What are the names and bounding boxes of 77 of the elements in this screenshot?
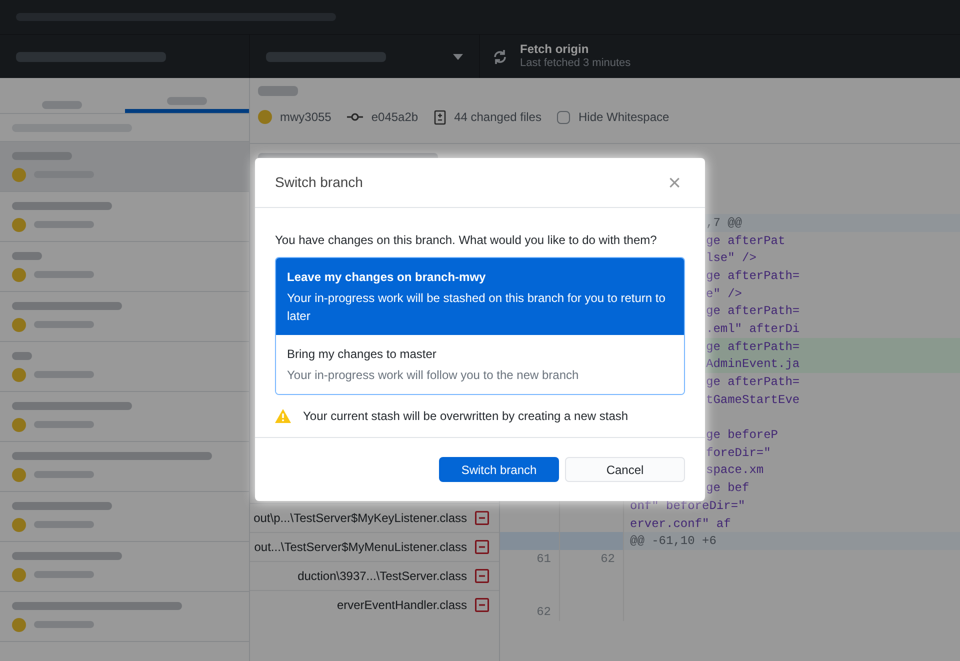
dialog-title: Switch branch (275, 173, 363, 192)
changed-files-count: 44 changed files (454, 109, 542, 126)
sync-icon (492, 48, 508, 64)
file-path[interactable]: out...\TestServer$MyMenuListener.class (254, 538, 467, 556)
warning-icon (275, 409, 291, 423)
avatar-icon (12, 618, 26, 632)
avatar-icon (12, 218, 26, 232)
hunk-header: @@ -61,10 +6 (630, 533, 716, 550)
blurred-text (34, 571, 94, 578)
blurred-text (34, 421, 94, 428)
dialog-prompt: You have changes on this branch. What would you like to do with them? (275, 232, 658, 249)
commit-icon (347, 112, 364, 122)
avatar-icon (12, 468, 26, 482)
code-line: e" /> (706, 286, 742, 303)
blurred-text (34, 321, 94, 328)
option-title: Leave my changes on branch-mwy (287, 269, 487, 286)
hunk-header: ,7 @@ (706, 214, 742, 232)
code-line: ge afterPath= (706, 268, 800, 285)
code-line: ge afterPath= (706, 338, 800, 356)
caret-icon[interactable] (453, 54, 463, 60)
avatar-icon (12, 168, 26, 182)
line-number: 61 (536, 550, 551, 568)
file-removed-icon (475, 569, 489, 583)
hide-whitespace-label[interactable]: Hide Whitespace (578, 108, 670, 126)
avatar-icon (12, 368, 26, 382)
avatar-icon (12, 568, 26, 582)
hide-whitespace-checkbox[interactable] (557, 110, 570, 124)
blurred-text (34, 221, 94, 228)
code-line: lse" /> (706, 250, 756, 268)
stash-warning: Your current stash will be overwritten by creating a new stash (303, 408, 628, 425)
fetch-button[interactable]: Fetch origin Last fetched 3 minutes (480, 35, 730, 78)
file-removed-icon (475, 598, 489, 612)
avatar-icon (258, 110, 272, 124)
fetch-title: Fetch origin (520, 42, 590, 58)
branch-option[interactable]: Leave my changes on branch-mwy Your in-progress work will be stashed on this branch for you to return to later (276, 258, 684, 335)
blurred-text (34, 621, 94, 628)
avatar-icon (12, 518, 26, 532)
code-line: space.xm (706, 462, 764, 480)
line-number: 62 (600, 550, 615, 568)
blurred-text (12, 252, 42, 260)
file-removed-icon (475, 511, 489, 525)
switch-branch-button[interactable]: Switch branch (439, 457, 559, 482)
code-line: erver.conf" af (630, 516, 731, 533)
file-path[interactable]: duction\3937...\TestServer.class (298, 567, 467, 585)
blurred-text (34, 371, 94, 378)
avatar-icon (12, 318, 26, 332)
option-title: Bring my changes to master (287, 346, 438, 363)
code-line: .eml" afterDi (706, 320, 800, 338)
avatar-icon (12, 418, 26, 432)
code-line: ge afterPat (706, 232, 786, 250)
fetch-subtitle: Last fetched 3 minutes (520, 57, 631, 71)
blurred-text (12, 352, 32, 360)
commit-sha: e045a2b (371, 109, 418, 126)
avatar-icon (12, 268, 26, 282)
cancel-button[interactable]: Cancel (565, 457, 685, 482)
option-description: Your in-progress work will be stashed on this branch for you to return to later (287, 290, 666, 325)
code-line: ge beforeP (706, 427, 778, 444)
code-line: AdminEvent.ja (706, 356, 800, 374)
file-diff-icon (434, 110, 446, 124)
blurred-commit-title (258, 86, 298, 96)
file-removed-icon (475, 540, 489, 554)
blurred-text (34, 471, 94, 478)
line-number: 62 (536, 604, 551, 621)
blurred-text (34, 521, 94, 528)
code-line: ge bef (706, 480, 750, 498)
blurred-text (34, 271, 94, 278)
code-line: ge afterPath= (706, 374, 800, 392)
code-line: tGameStartEve (706, 392, 800, 409)
blurred-text (12, 152, 72, 160)
code-line: ge afterPath= (706, 303, 800, 320)
code-line: foreDir=" (706, 444, 771, 462)
history-item[interactable] (0, 142, 249, 192)
option-description: Your in-progress work will follow you to the new branch (287, 367, 580, 384)
file-path[interactable]: erverEventHandler.class (336, 596, 467, 614)
file-path[interactable]: out\p...\TestServer$MyKeyListener.class (254, 509, 467, 527)
code-line: onf" beforeDir=" (630, 498, 746, 515)
commit-author: mwy3055 (280, 109, 332, 126)
